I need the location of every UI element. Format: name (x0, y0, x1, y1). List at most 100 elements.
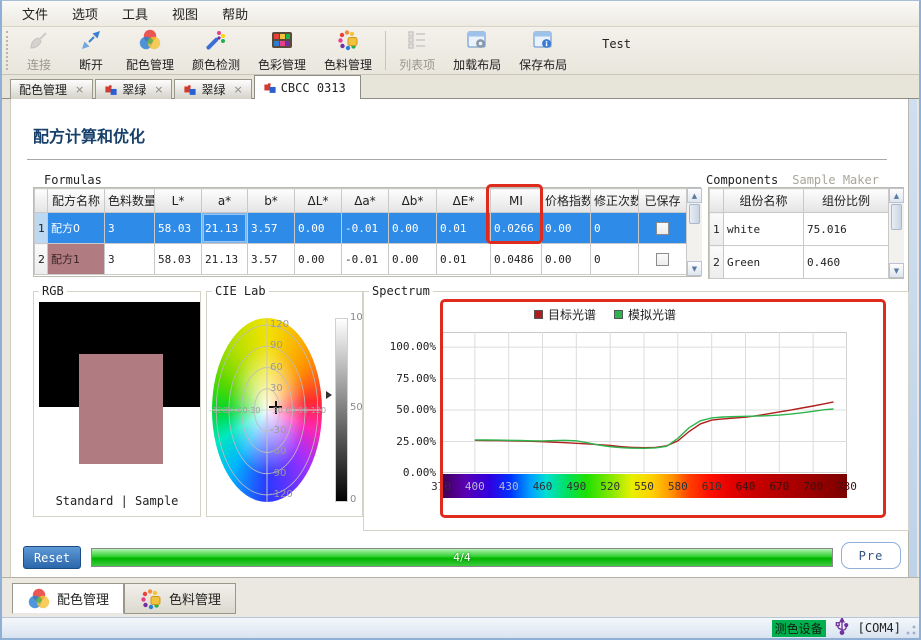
menu-item-视图[interactable]: 视图 (160, 1, 210, 26)
x-axis-label: 670 (765, 480, 793, 493)
toolbar-button-保存布局[interactable]: 保存布局 (510, 27, 576, 74)
toolbar-grip[interactable] (6, 31, 11, 70)
column-header-L*[interactable]: L* (155, 189, 202, 213)
formula-value-cell: 3.57 (248, 244, 295, 275)
saved-checkbox[interactable] (656, 222, 669, 235)
formula-row[interactable]: 1配方0358.0321.133.570.00-0.010.000.010.02… (35, 213, 687, 244)
tab-components[interactable]: Components (706, 173, 778, 187)
document-tab-翠绿[interactable]: 翠绿× (174, 79, 251, 99)
column-header-已保存[interactable]: 已保存 (639, 189, 687, 213)
component-row[interactable]: 1white75.016 (710, 213, 889, 246)
color-matching-icon (138, 28, 162, 55)
formula-value-cell: 0.01 (437, 213, 491, 244)
menu-item-帮助[interactable]: 帮助 (210, 1, 260, 26)
reset-button[interactable]: Reset (23, 546, 81, 569)
lab-axis-label: 60 (285, 406, 295, 415)
vertical-scrollbar[interactable]: ▲▼ (686, 188, 702, 276)
device-status-badge: 测色设备 (772, 620, 826, 637)
resize-grip[interactable] (905, 624, 917, 636)
sample-color-swatch (79, 354, 163, 464)
toolbar-button-色彩管理[interactable]: 色彩管理 (249, 27, 315, 74)
formula-value-cell: 0.00 (542, 244, 591, 275)
tab-close-icon[interactable]: × (75, 83, 84, 96)
column-header-组份名称[interactable]: 组份名称 (724, 189, 804, 213)
scroll-thumb[interactable] (689, 204, 700, 224)
document-tab-bar: 配色管理×翠绿×翠绿×CBCC 0313 (2, 75, 919, 99)
tab-close-icon[interactable]: × (154, 83, 163, 96)
column-header-色料数量[interactable]: 色料数量 (105, 189, 155, 213)
saved-checkbox[interactable] (656, 253, 669, 266)
y-axis-label: 50.00% (368, 403, 436, 416)
column-header-b*[interactable]: b* (248, 189, 295, 213)
column-header-配方名称[interactable]: 配方名称 (48, 189, 105, 213)
formula-value-cell: 21.13 (202, 213, 248, 244)
toolbar-button-连接: 连接 (13, 27, 65, 74)
vertical-scrollbar[interactable]: ▲▼ (888, 188, 904, 278)
column-header-MI[interactable]: MI (491, 189, 542, 213)
bottom-tab-色料管理[interactable]: 色料管理 (124, 583, 236, 614)
progress-fill: 4/4 (92, 549, 832, 566)
formula-row[interactable]: 2配方1358.0321.133.570.00-0.010.000.010.04… (35, 244, 687, 275)
list-icon (405, 28, 429, 55)
lab-axis-label: 90 (270, 340, 283, 351)
column-header-a*[interactable]: a* (202, 189, 248, 213)
component-row[interactable]: 2Green0.460 (710, 246, 889, 279)
status-bar: 测色设备 [COM4] (2, 617, 919, 638)
scroll-up-icon[interactable]: ▲ (889, 188, 904, 203)
column-header-修正次数[interactable]: 修正次数 (591, 189, 639, 213)
lab-axis-label: 90 (298, 406, 308, 415)
document-tab-CBCC 0313[interactable]: CBCC 0313 (254, 75, 361, 99)
formula-value-cell: 0 (591, 213, 639, 244)
tab-sample-maker[interactable]: Sample Maker (792, 173, 879, 187)
formula-value-cell: 0.00 (295, 213, 342, 244)
connect-icon (27, 28, 51, 55)
column-header-价格指数[interactable]: 价格指数 (542, 189, 591, 213)
toolbar-button-加载布局[interactable]: 加载布局 (444, 27, 510, 74)
column-header-ΔL*[interactable]: ΔL* (295, 189, 342, 213)
toolbar-button-色料管理[interactable]: 色料管理 (315, 27, 381, 74)
pre-button[interactable]: Pre (841, 542, 901, 569)
toolbar-button-配色管理[interactable]: 配色管理 (117, 27, 183, 74)
formulas-group-label: Formulas (41, 173, 105, 187)
usb-icon (835, 618, 849, 638)
x-axis-label: 490 (562, 480, 590, 493)
color-matching-icon (27, 587, 51, 611)
menu-item-文件[interactable]: 文件 (10, 1, 60, 26)
scroll-down-icon[interactable]: ▼ (889, 263, 904, 278)
y-axis-label: 100.00% (368, 340, 436, 353)
lab-axis-label: 30 (270, 383, 283, 394)
column-header-Δb*[interactable]: Δb* (389, 189, 437, 213)
lab-axis-label: -60 (270, 446, 286, 457)
x-axis-label: 640 (732, 480, 760, 493)
menu-item-选项[interactable]: 选项 (60, 1, 110, 26)
document-tab-配色管理[interactable]: 配色管理× (10, 79, 93, 99)
content-area: 配方计算和优化 Formulas 配方名称色料数量L*a*b*ΔL*Δa*Δb*… (10, 99, 909, 577)
save-layout-icon (531, 28, 555, 55)
scroll-up-icon[interactable]: ▲ (687, 188, 702, 203)
toolbar-button-断开[interactable]: 断开 (65, 27, 117, 74)
menu-item-工具[interactable]: 工具 (110, 1, 160, 26)
lab-axis-label: -120 (270, 489, 293, 500)
formula-value-cell: 0.00 (295, 244, 342, 275)
title-divider (27, 159, 887, 160)
column-header-组份比例[interactable]: 组份比例 (804, 189, 889, 213)
lab-axis-label: -120 (209, 406, 227, 415)
rgb-caption: Standard | Sample (34, 494, 200, 508)
scroll-down-icon[interactable]: ▼ (687, 261, 702, 276)
toolbar-button-颜色检测[interactable]: 颜色检测 (183, 27, 249, 74)
scroll-thumb[interactable] (891, 204, 902, 230)
lightness-marker-icon (326, 391, 332, 399)
y-axis-label: 75.00% (368, 372, 436, 385)
formulas-table: 配方名称色料数量L*a*b*ΔL*Δa*Δb*ΔE*MI价格指数修正次数已保存1… (33, 187, 701, 277)
color-palette-icon (270, 28, 294, 55)
formula-value-cell: -0.01 (342, 213, 389, 244)
test-label: Test (602, 37, 631, 51)
column-header-ΔE*[interactable]: ΔE* (437, 189, 491, 213)
tab-close-icon[interactable]: × (233, 83, 242, 96)
formula-value-cell: 0.00 (389, 213, 437, 244)
document-tab-翠绿[interactable]: 翠绿× (95, 79, 172, 99)
bottom-tab-配色管理[interactable]: 配色管理 (12, 583, 124, 614)
component-name-cell: Green (724, 246, 804, 279)
formula-value-cell: 0.01 (437, 244, 491, 275)
column-header-Δa*[interactable]: Δa* (342, 189, 389, 213)
